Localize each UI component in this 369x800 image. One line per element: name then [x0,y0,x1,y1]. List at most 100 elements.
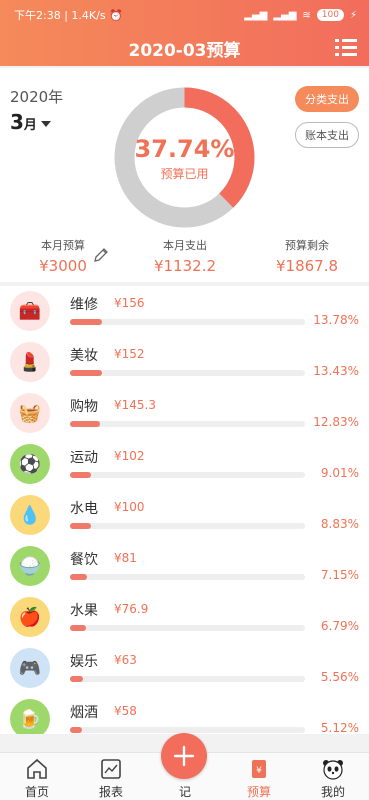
category-progress-fill [70,676,84,682]
month-selector[interactable]: 3月 [10,110,51,134]
category-progress-track [70,676,305,682]
category-progress-fill [70,574,87,580]
category-name: 娱乐 [70,654,98,670]
svg-text:¥: ¥ [256,766,262,776]
tab-report-label: 报表 [98,785,123,799]
signal-icon: ▂▄▆ [244,9,268,21]
category-amount: ¥76.9 [114,602,149,616]
category-percent: 8.83% [320,517,359,531]
tab-report[interactable]: 报表 [76,753,146,800]
apple-icon: 🍎 [10,597,50,637]
month-value: 3 [10,110,24,134]
stat-spent-value: ¥1132.2 [153,257,217,275]
category-progress-track [70,421,305,427]
tab-mine[interactable]: 我的 [298,753,368,800]
stat-spent-label: 本月支出 [163,239,207,252]
tab-mine-label: 我的 [320,785,345,799]
stat-spent: 本月支出 ¥1132.2 [130,237,240,275]
year-label: 2020年 [10,88,64,106]
category-percent: 7.15% [320,568,359,582]
tab-home[interactable]: 首页 [2,753,72,800]
category-amount: ¥102 [114,449,145,463]
month-suffix: 月 [23,118,37,133]
category-percent: 13.78% [313,313,359,327]
category-name: 水电 [70,501,98,517]
signal-icon-2: ▂▄▆ [273,9,297,21]
report-icon [101,759,121,779]
category-progress-track [70,727,305,733]
page-title: 2020-03预算 [128,40,241,61]
category-name: 烟酒 [70,705,98,721]
app-header: 2020-03预算 [0,30,369,66]
category-row[interactable]: 🍺 烟酒 ¥58 5.12% [0,694,369,734]
basket-icon: 🧺 [10,393,50,433]
category-expense-button[interactable]: 分类支出 [295,86,359,112]
category-row[interactable]: ⚽ 运动 ¥102 9.01% [0,439,369,490]
category-progress-fill [70,319,103,325]
category-percent: 5.56% [320,670,359,684]
category-progress-fill [70,370,102,376]
tab-record-label: 记 [178,785,191,799]
panda-avatar-icon [323,760,343,780]
water-drop-icon: 💧 [10,495,50,535]
category-percent: 13.43% [313,364,359,378]
category-row[interactable]: 💧 水电 ¥100 8.83% [0,490,369,541]
category-amount: ¥145.3 [114,398,156,412]
add-record-button[interactable] [161,733,207,779]
category-name: 维修 [70,297,98,313]
plus-icon [173,745,195,767]
category-progress-track [70,319,305,325]
category-row[interactable]: 🍚 餐饮 ¥81 7.15% [0,541,369,592]
donut-center: 37.74% 预算已用 [114,135,255,182]
stat-remain-label: 预算剩余 [285,239,329,252]
category-list: 🧰 维修 ¥156 13.78% 💄 美妆 ¥152 13.43% 🧺 购物 ¥145.3 12.83… [0,286,369,734]
home-icon [27,758,47,779]
category-row[interactable]: 💄 美妆 ¥152 13.43% [0,337,369,388]
budget-summary: 2020年 3月 37.74% 预算已用 分类支出 账本支出 本月预算 ¥300… [0,68,369,282]
charging-icon: ⚡ [349,9,357,21]
category-amount: ¥100 [114,500,145,514]
category-progress-track [70,625,305,631]
category-amount: ¥156 [114,296,145,310]
category-name: 购物 [70,399,98,415]
soccer-ball-icon: ⚽ [10,444,50,484]
category-row[interactable]: 🧰 维修 ¥156 13.78% [0,286,369,337]
category-amount: ¥58 [114,704,137,718]
category-progress-track [70,523,305,529]
status-icons: ▂▄▆ ▂▄▆ ≋ 100 ⚡ [244,9,357,21]
account-expense-button[interactable]: 账本支出 [295,122,359,148]
menu-list-icon[interactable] [335,38,357,58]
tab-budget[interactable]: ¥ 预算 [224,753,294,800]
edit-pencil-icon[interactable] [92,246,110,264]
battery-icon: 100 [316,9,344,21]
category-progress-fill [70,625,86,631]
stat-remain-value: ¥1867.8 [275,257,339,275]
category-name: 餐饮 [70,552,98,568]
rice-bowl-icon: 🍚 [10,546,50,586]
category-row[interactable]: 🍎 水果 ¥76.9 6.79% [0,592,369,643]
status-time: 下午2:38 | 1.4K/s ⏰ [14,9,123,22]
budget-book-icon: ¥ [252,760,266,778]
category-amount: ¥63 [114,653,137,667]
category-amount: ¥81 [114,551,137,565]
wifi-icon: ≋ [302,9,311,21]
tab-home-label: 首页 [24,785,49,799]
gamepad-icon: 🎮 [10,648,50,688]
category-progress-fill [70,727,83,733]
category-row[interactable]: 🧺 购物 ¥145.3 12.83% [0,388,369,439]
category-progress-track [70,472,305,478]
category-row[interactable]: 🎮 娱乐 ¥63 5.56% [0,643,369,694]
category-percent: 12.83% [313,415,359,429]
category-amount: ¥152 [114,347,145,361]
category-progress-fill [70,472,92,478]
category-percent: 5.12% [320,721,359,734]
lipstick-icon: 💄 [10,342,50,382]
used-percent: 37.74% [134,135,235,163]
caret-down-icon [40,120,51,127]
category-name: 水果 [70,603,98,619]
category-name: 美妆 [70,348,98,364]
category-percent: 6.79% [320,619,359,633]
beer-icon: 🍺 [10,699,50,734]
status-bar: 下午2:38 | 1.4K/s ⏰ ▂▄▆ ▂▄▆ ≋ 100 ⚡ [0,0,369,30]
stat-remain: 预算剩余 ¥1867.8 [252,237,362,275]
